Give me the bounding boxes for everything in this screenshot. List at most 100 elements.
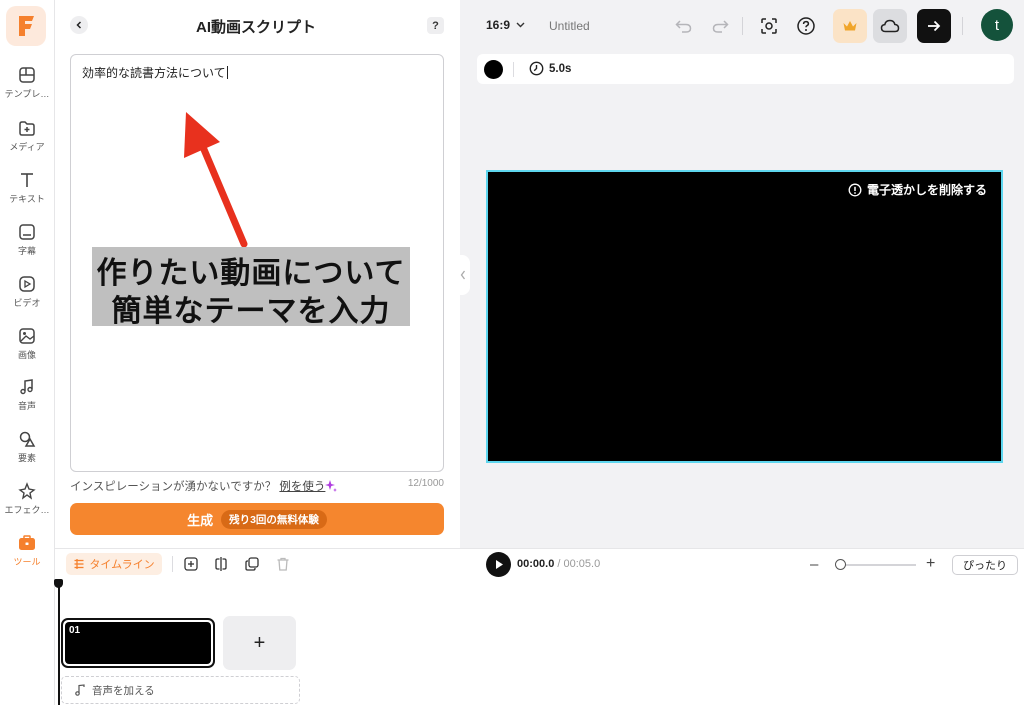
help-center-button[interactable]	[794, 14, 818, 38]
text-caret	[226, 66, 228, 79]
video-canvas[interactable]	[486, 170, 1003, 463]
cloud-icon	[880, 19, 900, 33]
user-avatar[interactable]: t	[981, 9, 1013, 41]
sidebar-item-subtitles[interactable]: 字幕	[0, 223, 54, 257]
duration-control[interactable]: 5.0s	[529, 61, 571, 76]
music-icon	[20, 379, 33, 395]
tab-timeline[interactable]: タイムライン	[66, 553, 162, 575]
play-icon	[495, 560, 503, 569]
clock-icon	[529, 61, 544, 76]
inspiration-hint: インスピレーションが湧かないですか？ 例を使う	[70, 478, 325, 494]
info-circle-icon	[848, 183, 862, 196]
chevron-left-icon	[460, 270, 466, 280]
sidebar-item-label: エフェク…	[4, 505, 50, 515]
zoom-in-button[interactable]: +	[926, 555, 935, 573]
annotation-arrow-icon	[184, 112, 248, 248]
panel-title: AI動画スクリプト	[195, 19, 316, 36]
playhead-line	[58, 586, 60, 705]
inspiration-text: インスピレーションが湧かないですか？	[70, 481, 277, 493]
subtitle-icon	[19, 224, 35, 240]
toolbox-icon	[19, 535, 35, 550]
crown-icon	[843, 21, 857, 31]
script-input-value: 効率的な読書方法について	[82, 66, 226, 80]
video-icon	[19, 276, 35, 292]
trash-icon	[277, 557, 289, 571]
play-button[interactable]	[486, 552, 511, 577]
sidebar-item-label: 字幕	[17, 246, 36, 256]
sidebar-item-label: メディア	[9, 142, 45, 152]
toolbar-divider	[962, 17, 963, 35]
sidebar-item-media[interactable]: メディア	[0, 119, 54, 153]
sidebar-item-label: ツール	[13, 557, 41, 567]
sidebar-item-label: 音声	[17, 401, 36, 411]
sidebar-item-label: テンプレ…	[4, 89, 50, 99]
chevron-left-icon	[76, 21, 82, 29]
question-circle-icon	[797, 17, 815, 35]
undo-button[interactable]	[672, 14, 696, 38]
copy-icon	[245, 557, 259, 571]
duplicate-button[interactable]	[243, 555, 261, 573]
annotation-text-line2: 簡単なテーマを入力	[111, 295, 391, 328]
sidebar-item-audio[interactable]: 音声	[0, 378, 54, 412]
collapse-panel-button[interactable]	[456, 255, 470, 295]
background-color-swatch[interactable]	[484, 60, 503, 79]
fit-button[interactable]: ぴったり	[952, 555, 1018, 575]
scene-clip[interactable]	[65, 622, 211, 664]
scene-number: 01	[69, 625, 81, 636]
logo-f-icon	[19, 16, 34, 36]
timeline-divider	[172, 556, 173, 572]
total-time: / 00:05.0	[554, 558, 601, 570]
use-example-link[interactable]: 例を使う	[279, 481, 325, 493]
zoom-out-button[interactable]: –	[810, 556, 818, 573]
sidebar-item-label: ビデオ	[13, 298, 41, 308]
sidebar-item-image[interactable]: 画像	[0, 327, 54, 361]
add-audio-label: 音声を加える	[92, 684, 155, 697]
redo-button[interactable]	[708, 14, 732, 38]
timeline-icon	[74, 559, 84, 569]
cloud-save-button[interactable]	[873, 9, 907, 43]
document-title[interactable]: Untitled	[549, 19, 590, 33]
help-button[interactable]: ?	[427, 17, 444, 34]
sidebar-item-label: テキスト	[9, 194, 45, 204]
playhead-handle[interactable]	[54, 579, 63, 588]
arrow-right-icon	[928, 20, 941, 32]
sidebar-item-elements[interactable]: 要素	[0, 430, 54, 464]
sidebar-item-tools[interactable]: ツール	[0, 534, 54, 568]
redo-icon	[712, 20, 729, 33]
effects-icon	[18, 482, 36, 500]
add-scene-tile[interactable]: +	[223, 616, 296, 670]
media-add-icon	[19, 121, 35, 136]
remove-watermark-button[interactable]: 電子透かしを削除する	[848, 181, 987, 198]
sidebar-item-video[interactable]: ビデオ	[0, 275, 54, 309]
sidebar-item-templates[interactable]: テンプレ…	[0, 66, 54, 100]
preview-button[interactable]	[757, 14, 781, 38]
sidebar-item-text[interactable]: テキスト	[0, 171, 54, 205]
template-icon	[19, 67, 35, 83]
sidebar-item-label: 要素	[17, 453, 36, 463]
remove-watermark-label: 電子透かしを削除する	[867, 183, 988, 197]
upgrade-button[interactable]	[833, 9, 867, 43]
export-button[interactable]	[917, 9, 951, 43]
chevron-down-icon	[516, 22, 525, 28]
free-trial-badge: 残り3回の無料体験	[221, 509, 327, 529]
back-button[interactable]	[70, 16, 88, 34]
zoom-slider[interactable]	[836, 564, 916, 566]
delete-button[interactable]	[274, 555, 292, 573]
app-logo[interactable]	[6, 6, 46, 46]
text-icon	[21, 173, 33, 187]
sidebar-item-effects[interactable]: エフェク…	[0, 482, 54, 516]
aspect-ratio-select[interactable]: 16:9	[486, 18, 525, 32]
split-button[interactable]	[212, 555, 230, 573]
tab-timeline-label: タイムライン	[89, 559, 155, 571]
undo-icon	[675, 20, 692, 33]
split-icon	[215, 557, 227, 571]
screen-capture-icon	[761, 18, 777, 34]
add-scene-button[interactable]	[182, 555, 200, 573]
current-time: 00:00.0	[517, 558, 555, 570]
duration-value: 5.0s	[549, 62, 572, 75]
generate-button[interactable]: 生成 残り3回の無料体験	[70, 503, 444, 535]
zoom-slider-handle[interactable]	[835, 559, 846, 570]
sidebar-item-label: 画像	[17, 350, 36, 360]
generate-label: 生成	[187, 512, 214, 528]
add-audio-button[interactable]: 音声を加える	[61, 676, 300, 704]
